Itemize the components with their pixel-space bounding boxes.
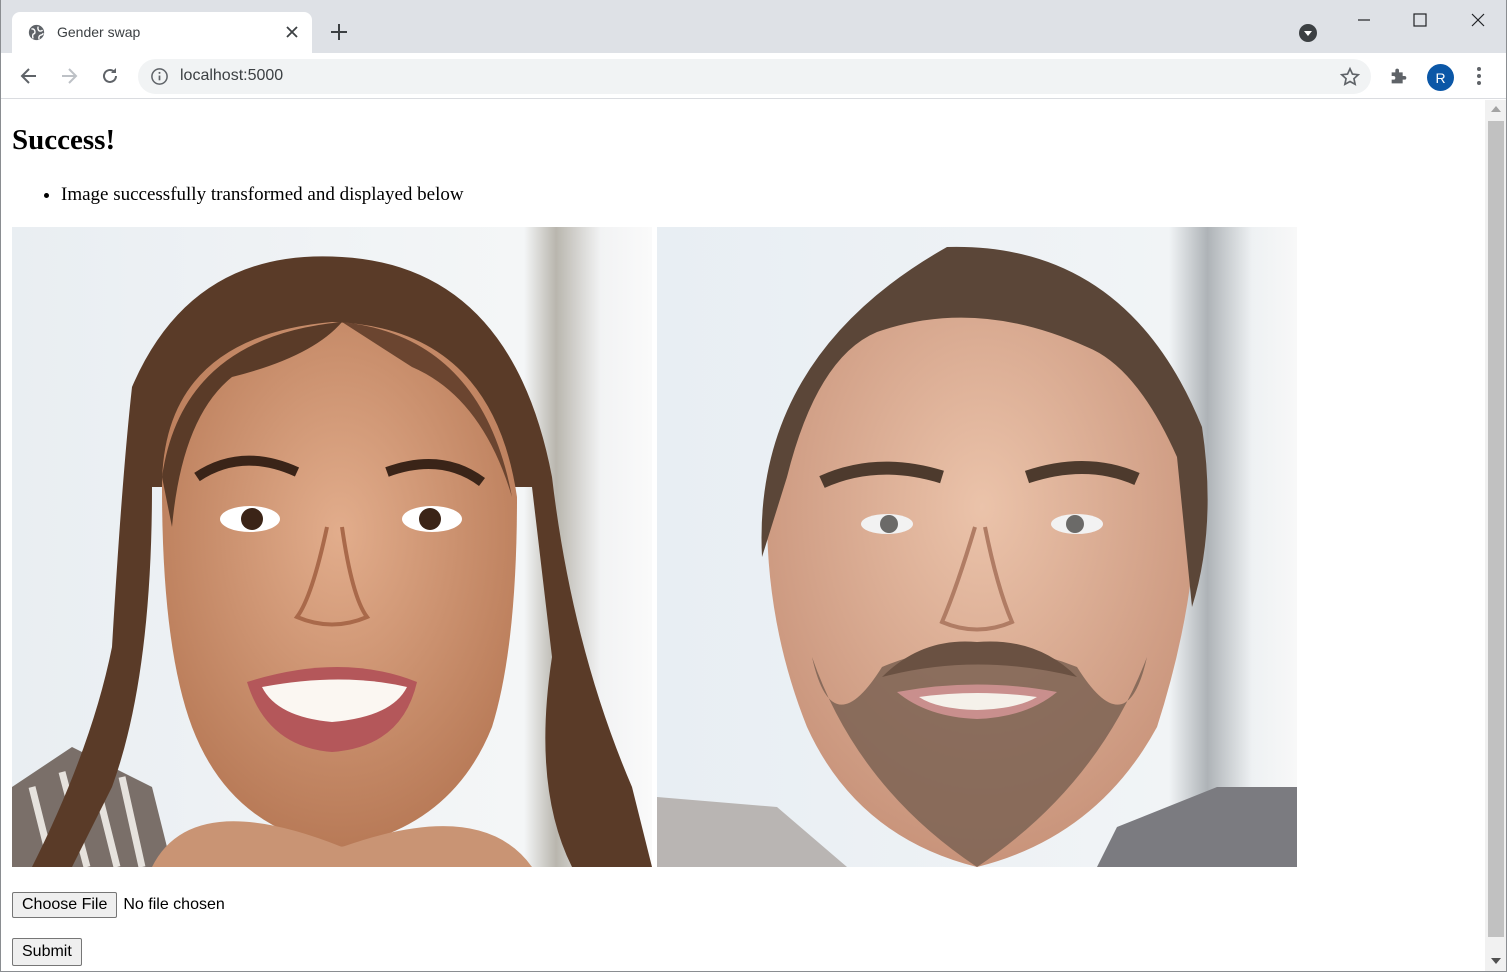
close-icon[interactable] [284, 24, 300, 40]
browser-toolbar: localhost:5000 R [1, 53, 1506, 99]
back-button[interactable] [15, 62, 43, 90]
address-bar[interactable]: localhost:5000 [138, 59, 1371, 94]
maximize-button[interactable] [1406, 6, 1434, 34]
minimize-button[interactable] [1350, 6, 1378, 34]
back-arrow-icon [20, 68, 36, 84]
page-title: Success! [12, 124, 116, 156]
close-window-button[interactable] [1464, 6, 1492, 34]
tab-gender-swap[interactable]: Gender swap [12, 12, 312, 53]
flash-message: Image successfully transformed and displ… [61, 184, 464, 206]
scroll-up-arrow-icon[interactable] [1491, 106, 1501, 112]
url-text[interactable]: localhost:5000 [180, 67, 283, 85]
tab-title: Gender swap [57, 24, 141, 40]
reload-button[interactable] [96, 62, 124, 90]
choose-file-button[interactable]: Choose File [12, 892, 118, 918]
reload-icon [103, 68, 117, 83]
close-window-icon [1471, 13, 1485, 27]
kebab-menu-icon[interactable] [1469, 65, 1489, 87]
maximize-icon [1413, 13, 1427, 27]
globe-icon [28, 24, 45, 41]
scroll-thumb[interactable] [1488, 121, 1504, 937]
forward-arrow-icon [62, 68, 78, 84]
minimize-icon [1358, 19, 1370, 21]
avatar[interactable]: R [1427, 64, 1454, 91]
scroll-down-arrow-icon[interactable] [1491, 958, 1501, 964]
flash-message-list: Image successfully transformed and displ… [41, 184, 464, 206]
new-tab-button[interactable] [327, 20, 351, 44]
extensions-puzzle-icon[interactable] [1388, 65, 1410, 87]
transformed-face-photo [657, 227, 1297, 867]
forward-button[interactable] [55, 62, 83, 90]
page-content: Success! Image successfully transformed … [1, 100, 1485, 971]
plus-icon [331, 24, 347, 40]
browser-window: Gender swap localhost:5000 R Success! • … [0, 0, 1507, 972]
info-icon[interactable] [150, 67, 169, 86]
submit-button[interactable]: Submit [12, 938, 82, 966]
bookmark-star-icon[interactable] [1339, 66, 1361, 88]
file-input[interactable]: Choose File No file chosen [12, 892, 225, 918]
tab-search-icon[interactable] [1298, 23, 1318, 43]
vertical-scrollbar[interactable] [1485, 100, 1506, 971]
file-status-text: No file chosen [123, 896, 225, 913]
original-face-photo [12, 227, 652, 867]
tab-strip: Gender swap [1, 0, 1506, 53]
